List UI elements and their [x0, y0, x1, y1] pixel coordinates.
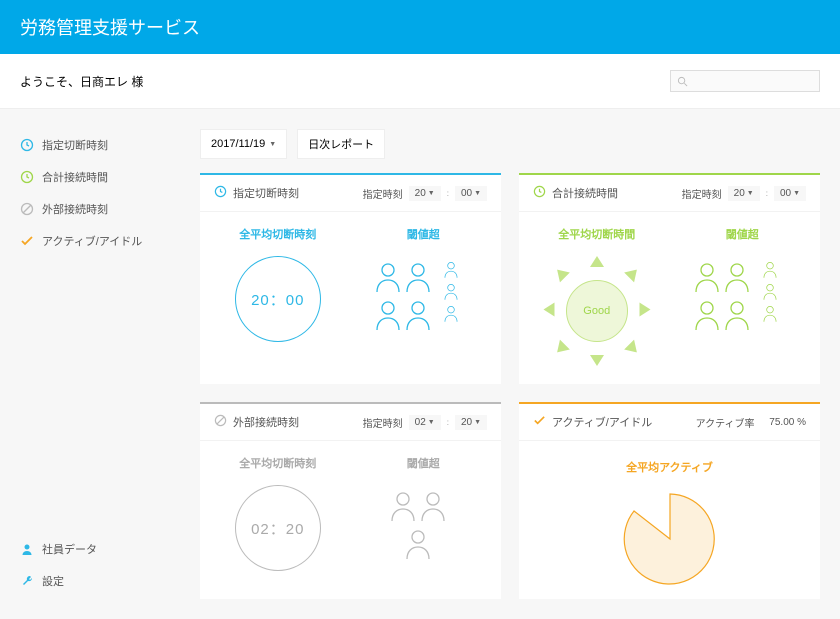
chevron-down-icon: ▼ [474, 190, 481, 197]
rate-value: 75.00 % [769, 417, 806, 428]
chevron-down-icon: ▼ [269, 141, 276, 148]
avg-circle: 02：20 [235, 485, 321, 571]
col-title-avg: 全平均切断時間 [529, 226, 665, 242]
person-icon [20, 542, 34, 556]
hour-selector[interactable]: 20 ▼ [409, 186, 441, 201]
wrench-icon [20, 574, 34, 588]
avg-circle: 20：00 [235, 256, 321, 342]
control-label: 指定時刻 [363, 186, 403, 201]
welcome-bar: ようこそ、日商エレ 様 [0, 54, 840, 109]
sidebar-label: 合計接続時間 [42, 169, 108, 185]
check-icon [533, 414, 546, 430]
clock-icon [533, 185, 546, 201]
col-title-over: 閾値超 [675, 226, 811, 242]
report-selector[interactable]: 日次レポート [297, 129, 385, 159]
card-title-text: 外部接続時刻 [233, 414, 299, 430]
hour-selector[interactable]: 02 ▼ [409, 415, 441, 430]
sidebar-label: 設定 [42, 573, 64, 589]
card-title-text: 指定切断時刻 [233, 185, 299, 201]
app-header: 労務管理支援サービス [0, 0, 840, 54]
chevron-down-icon: ▼ [474, 419, 481, 426]
main-content: 2017/11/19 ▼ 日次レポート 指定切断時刻 指定時刻 20 ▼ : 0… [180, 109, 840, 619]
col-title-avg: 全平均切断時刻 [210, 226, 346, 242]
sidebar-label: 社員データ [42, 541, 97, 557]
minute-selector[interactable]: 20 ▼ [455, 415, 487, 430]
sidebar-item-external[interactable]: 外部接続時刻 [20, 193, 180, 225]
sidebar: 指定切断時刻 合計接続時間 外部接続時刻 アクティブ/アイドル 社員データ [0, 109, 180, 619]
card-external: 外部接続時刻 指定時刻 02 ▼ : 20 ▼ 全平均切断時刻 02：20 [200, 402, 501, 599]
minute-selector[interactable]: 00 ▼ [774, 186, 806, 201]
sidebar-item-settings[interactable]: 設定 [20, 565, 180, 597]
sidebar-item-active[interactable]: アクティブ/アイドル [20, 225, 180, 257]
chevron-down-icon: ▼ [747, 190, 754, 197]
noclock-icon [214, 414, 227, 430]
pie-chart [620, 489, 720, 589]
sidebar-label: 指定切断時刻 [42, 137, 108, 153]
sidebar-item-connect[interactable]: 合計接続時間 [20, 161, 180, 193]
sidebar-label: アクティブ/アイドル [42, 233, 142, 249]
col-title-avg: 全平均切断時刻 [210, 455, 346, 471]
chevron-down-icon: ▼ [793, 190, 800, 197]
welcome-text: ようこそ、日商エレ 様 [20, 73, 143, 90]
card-active: アクティブ/アイドル アクティブ率 75.00 % 全平均アクティブ [519, 402, 820, 599]
minute-selector[interactable]: 00 ▼ [455, 186, 487, 201]
search-input[interactable] [670, 70, 820, 92]
card-shutoff: 指定切断時刻 指定時刻 20 ▼ : 00 ▼ 全平均切断時刻 20：00 [200, 173, 501, 384]
sun-icon: Good [542, 256, 652, 366]
sidebar-label: 外部接続時刻 [42, 201, 108, 217]
check-icon [20, 234, 34, 248]
col-title-active: 全平均アクティブ [529, 459, 810, 475]
clock-icon [20, 138, 34, 152]
rate-label: アクティブ率 [696, 415, 755, 430]
clock-icon [20, 170, 34, 184]
sidebar-item-shutoff[interactable]: 指定切断時刻 [20, 129, 180, 161]
card-connect: 合計接続時間 指定時刻 20 ▼ : 00 ▼ 全平均切断時間 Good [519, 173, 820, 384]
col-title-over: 閾値超 [356, 455, 492, 471]
card-title-text: アクティブ/アイドル [552, 414, 652, 430]
people-icon [378, 485, 468, 565]
app-title: 労務管理支援サービス [20, 18, 200, 38]
date-selector[interactable]: 2017/11/19 ▼ [200, 129, 287, 159]
chevron-down-icon: ▼ [428, 190, 435, 197]
noclock-icon [20, 202, 34, 216]
people-icon [687, 256, 797, 336]
clock-icon [214, 185, 227, 201]
col-title-over: 閾値超 [356, 226, 492, 242]
search-icon [677, 76, 688, 87]
people-icon [368, 256, 478, 336]
sidebar-item-employees[interactable]: 社員データ [20, 533, 180, 565]
chevron-down-icon: ▼ [428, 419, 435, 426]
card-title-text: 合計接続時間 [552, 185, 618, 201]
control-label: 指定時刻 [363, 415, 403, 430]
hour-selector[interactable]: 20 ▼ [728, 186, 760, 201]
control-label: 指定時刻 [682, 186, 722, 201]
